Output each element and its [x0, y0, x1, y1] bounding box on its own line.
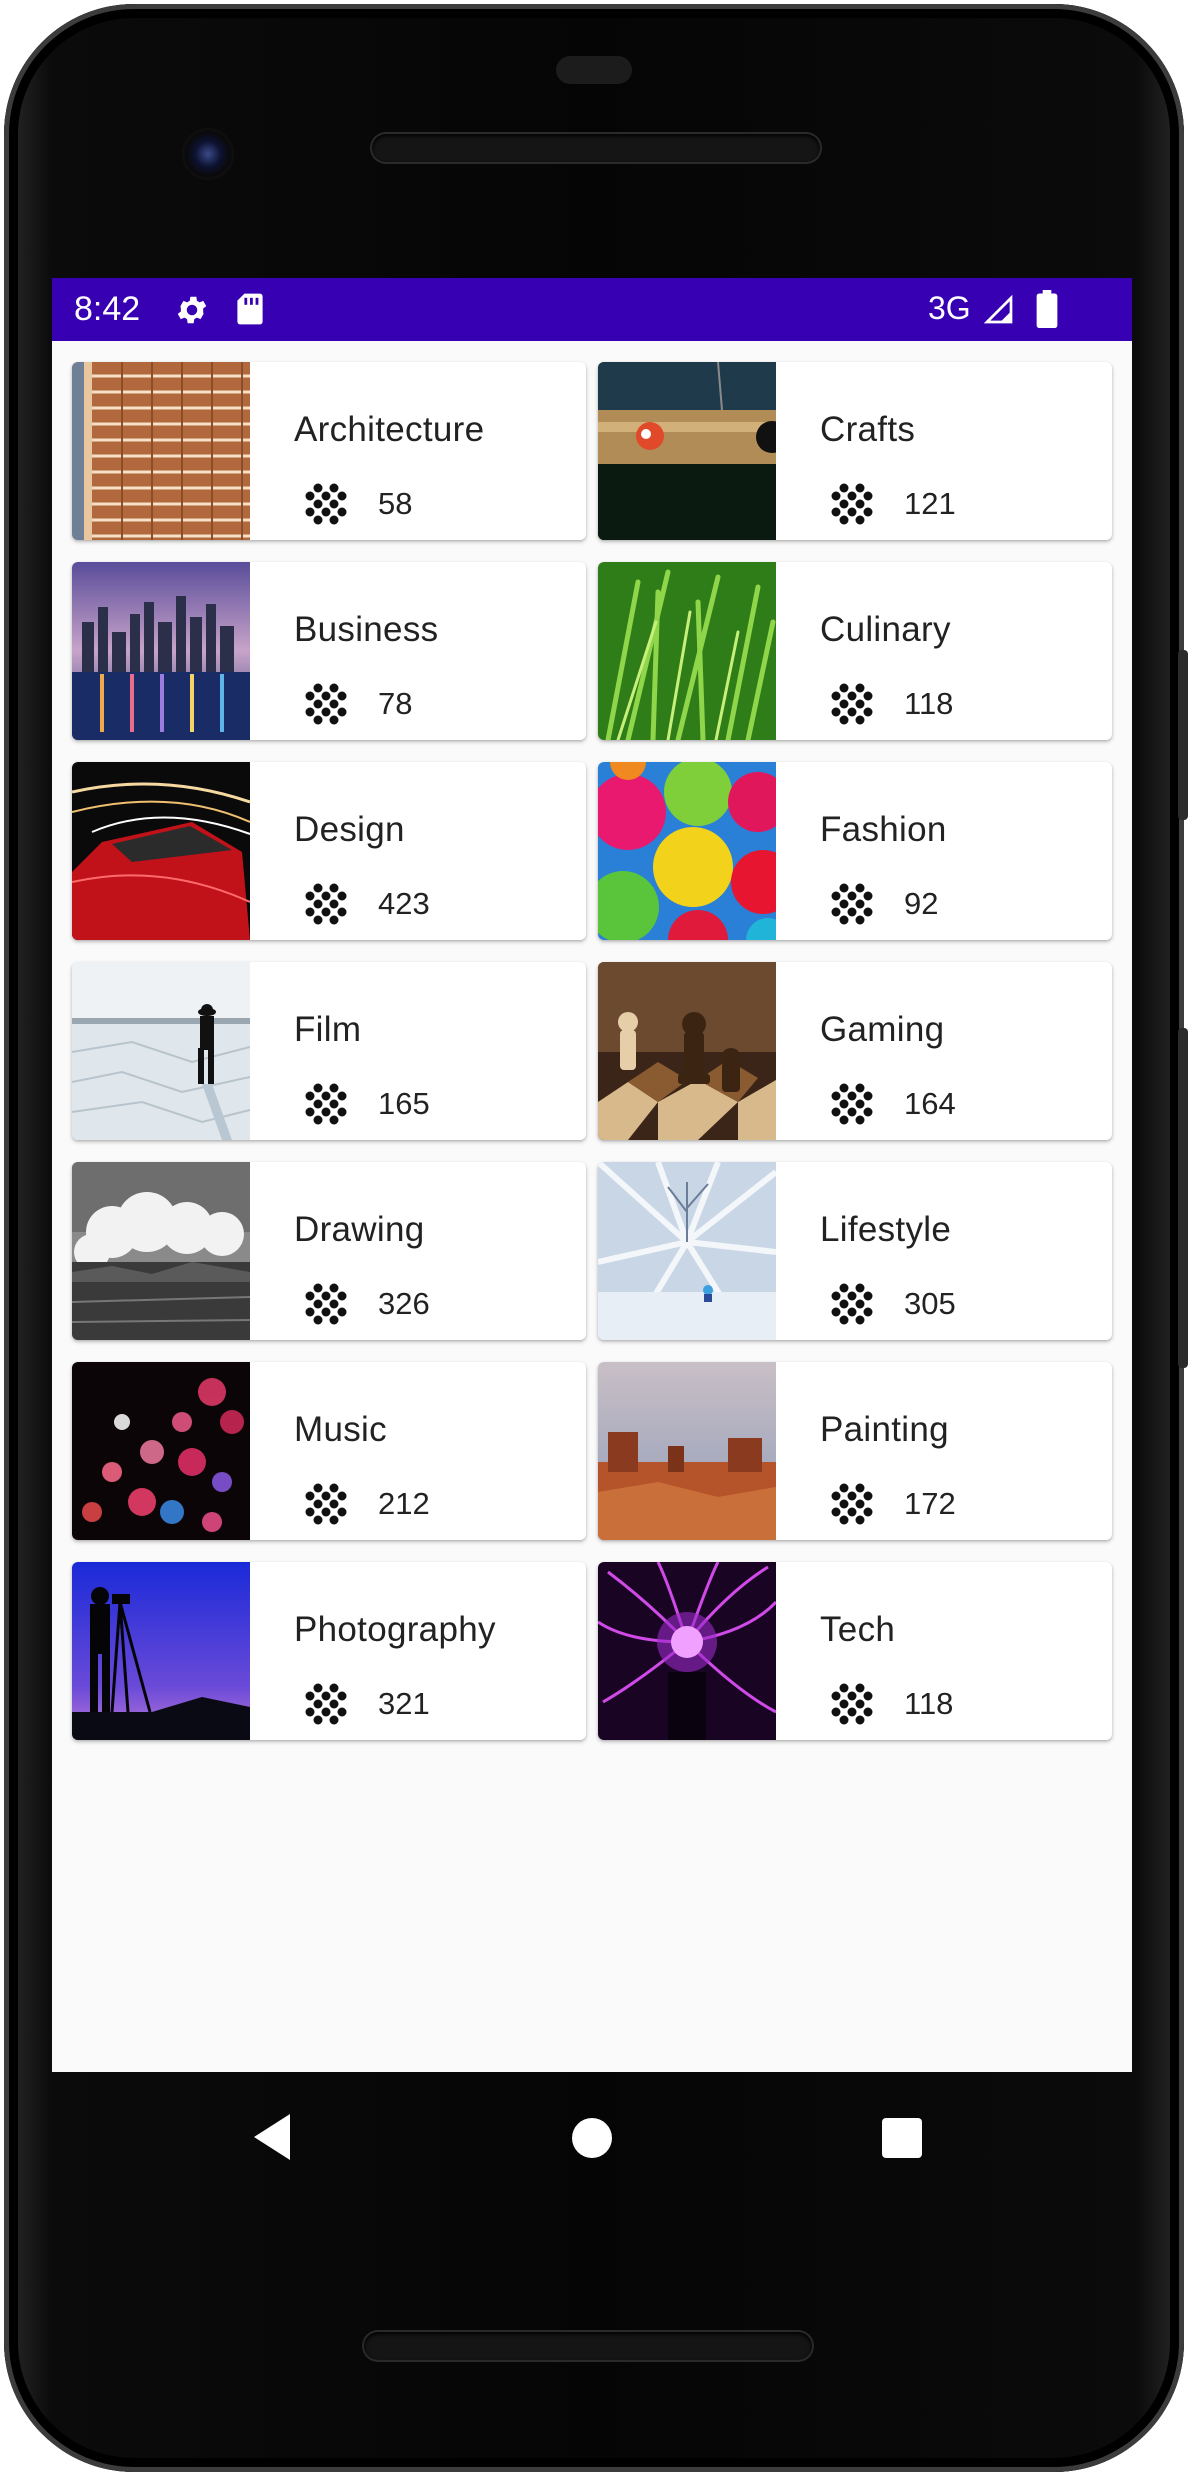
design-thumbnail: [72, 762, 250, 940]
category-name: Business: [294, 610, 439, 649]
category-card-photography[interactable]: Photography 321: [72, 1562, 586, 1740]
sd-card-icon: [237, 293, 263, 325]
culinary-thumbnail: [598, 562, 776, 740]
lifestyle-thumbnail: [598, 1162, 776, 1340]
category-card-business[interactable]: Business 78: [72, 562, 586, 740]
dots-grid-icon: [305, 1083, 347, 1125]
back-icon[interactable]: [250, 2112, 294, 2162]
category-count: 164: [904, 1086, 956, 1121]
architecture-thumbnail: [72, 362, 250, 540]
category-name: Painting: [820, 1410, 949, 1449]
dots-grid-icon: [831, 683, 873, 725]
dots-grid-icon: [305, 1283, 347, 1325]
category-name: Gaming: [820, 1010, 945, 1049]
screen: 8:42 3G Architecture 58 Crafts 121 Busin…: [52, 278, 1132, 2072]
network-type: 3G: [928, 290, 971, 326]
category-name: Drawing: [294, 1210, 425, 1249]
category-count: 172: [904, 1486, 956, 1521]
category-count: 118: [904, 1686, 954, 1721]
music-thumbnail: [72, 1362, 250, 1540]
volume-button: [1178, 1028, 1188, 1368]
category-count: 321: [378, 1686, 430, 1721]
dots-grid-icon: [831, 1083, 873, 1125]
category-card-architecture[interactable]: Architecture 58: [72, 362, 586, 540]
category-name: Design: [294, 810, 405, 849]
category-name: Lifestyle: [820, 1210, 952, 1249]
fashion-thumbnail: [598, 762, 776, 940]
business-thumbnail: [72, 562, 250, 740]
power-button: [1178, 650, 1188, 820]
category-name: Fashion: [820, 810, 947, 849]
dots-grid-icon: [831, 1283, 873, 1325]
status-time: 8:42: [74, 290, 141, 328]
photography-thumbnail: [72, 1562, 250, 1740]
recent-apps-icon[interactable]: [882, 2118, 922, 2158]
category-card-design[interactable]: Design 423: [72, 762, 586, 940]
category-count: 118: [904, 686, 954, 721]
front-camera: [182, 128, 234, 180]
drawing-thumbnail: [72, 1162, 250, 1340]
dots-grid-icon: [831, 1683, 873, 1725]
category-card-film[interactable]: Film 165: [72, 962, 586, 1140]
painting-thumbnail: [598, 1362, 776, 1540]
dots-grid-icon: [305, 1683, 347, 1725]
category-card-lifestyle[interactable]: Lifestyle 305: [598, 1162, 1112, 1340]
category-card-music[interactable]: Music 212: [72, 1362, 586, 1540]
category-name: Photography: [294, 1610, 496, 1649]
dots-grid-icon: [831, 483, 873, 525]
category-card-gaming[interactable]: Gaming 164: [598, 962, 1112, 1140]
dots-grid-icon: [305, 483, 347, 525]
category-count: 165: [378, 1086, 430, 1121]
gaming-thumbnail: [598, 962, 776, 1140]
battery-icon: [1036, 290, 1058, 328]
category-card-tech[interactable]: Tech 118: [598, 1562, 1112, 1740]
status-bar: 8:42 3G: [52, 278, 1132, 341]
category-count: 326: [378, 1286, 430, 1321]
dots-grid-icon: [305, 683, 347, 725]
category-name: Tech: [820, 1610, 896, 1649]
dots-grid-icon: [831, 1483, 873, 1525]
category-count: 212: [378, 1486, 430, 1521]
proximity-sensor: [556, 56, 632, 84]
category-card-culinary[interactable]: Culinary 118: [598, 562, 1112, 740]
category-count: 423: [378, 886, 430, 921]
category-card-drawing[interactable]: Drawing 326: [72, 1162, 586, 1340]
category-name: Crafts: [820, 410, 916, 449]
navigation-bar: [52, 2072, 1132, 2202]
tech-thumbnail: [598, 1562, 776, 1740]
dots-grid-icon: [305, 883, 347, 925]
category-count: 121: [904, 486, 956, 521]
home-icon[interactable]: [572, 2118, 612, 2158]
category-card-painting[interactable]: Painting 172: [598, 1362, 1112, 1540]
dots-grid-icon: [831, 883, 873, 925]
signal-icon: [983, 294, 1013, 324]
category-count: 78: [378, 686, 413, 721]
earpiece-speaker: [372, 134, 820, 162]
category-name: Architecture: [294, 410, 485, 449]
category-count: 58: [378, 486, 413, 521]
crafts-thumbnail: [598, 362, 776, 540]
category-card-fashion[interactable]: Fashion 92: [598, 762, 1112, 940]
category-card-crafts[interactable]: Crafts 121: [598, 362, 1112, 540]
category-name: Culinary: [820, 610, 951, 649]
film-thumbnail: [72, 962, 250, 1140]
gear-icon: [177, 296, 207, 324]
category-name: Music: [294, 1410, 387, 1449]
dots-grid-icon: [305, 1483, 347, 1525]
category-count: 305: [904, 1286, 956, 1321]
category-count: 92: [904, 886, 939, 921]
bottom-speaker: [364, 2332, 812, 2360]
category-name: Film: [294, 1010, 362, 1049]
